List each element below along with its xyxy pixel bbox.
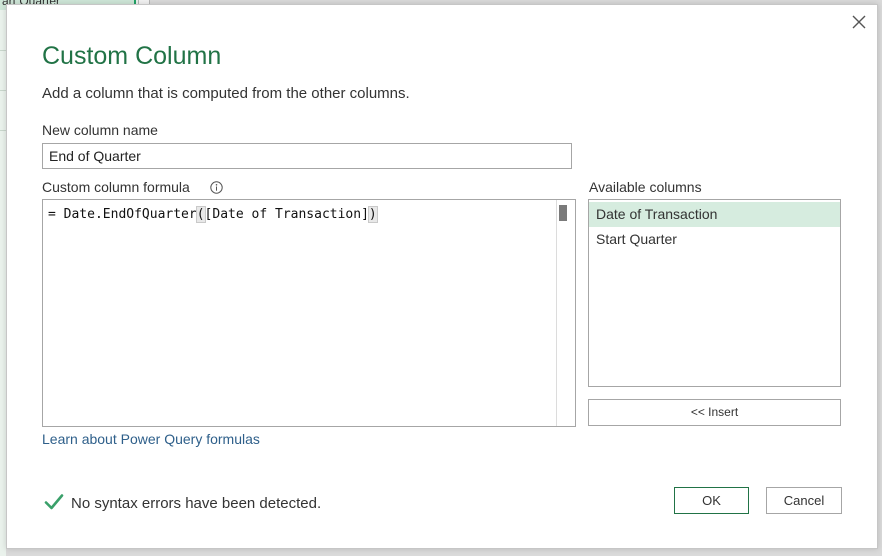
learn-formulas-link[interactable]: Learn about Power Query formulas [42, 431, 260, 447]
available-columns-label: Available columns [589, 179, 702, 195]
new-column-name-input[interactable] [42, 143, 572, 169]
checkmark-icon [44, 494, 64, 510]
list-item[interactable]: Start Quarter [589, 227, 840, 252]
custom-formula-label: Custom column formula [42, 179, 190, 195]
dialog-title: Custom Column [42, 42, 222, 70]
formula-scrollbar-thumb[interactable] [559, 205, 567, 221]
formula-function: = Date.EndOfQuarter [48, 207, 197, 222]
insert-button[interactable]: << Insert [588, 399, 841, 426]
formula-code: = Date.EndOfQuarter([Date of Transaction… [48, 206, 378, 223]
new-column-name-label: New column name [42, 122, 158, 138]
cancel-button[interactable]: Cancel [766, 487, 842, 514]
dialog-subtitle: Add a column that is computed from the o… [42, 85, 410, 102]
formula-scrollbar[interactable] [556, 200, 575, 426]
custom-formula-editor[interactable]: = Date.EndOfQuarter([Date of Transaction… [42, 199, 576, 427]
text-caret [376, 206, 378, 221]
formula-argument: [Date of Transaction] [204, 207, 369, 222]
syntax-status-text: No syntax errors have been detected. [71, 495, 322, 512]
formula-close-paren: ) [367, 206, 378, 223]
available-columns-list[interactable]: Date of Transaction Start Quarter [588, 199, 841, 387]
custom-column-dialog: Custom Column Add a column that is compu… [6, 4, 878, 549]
close-icon[interactable] [850, 13, 868, 31]
info-icon[interactable] [210, 181, 223, 194]
list-item[interactable]: Date of Transaction [589, 202, 840, 227]
ok-button[interactable]: OK [674, 487, 749, 514]
formula-open-paren: ( [195, 206, 206, 223]
